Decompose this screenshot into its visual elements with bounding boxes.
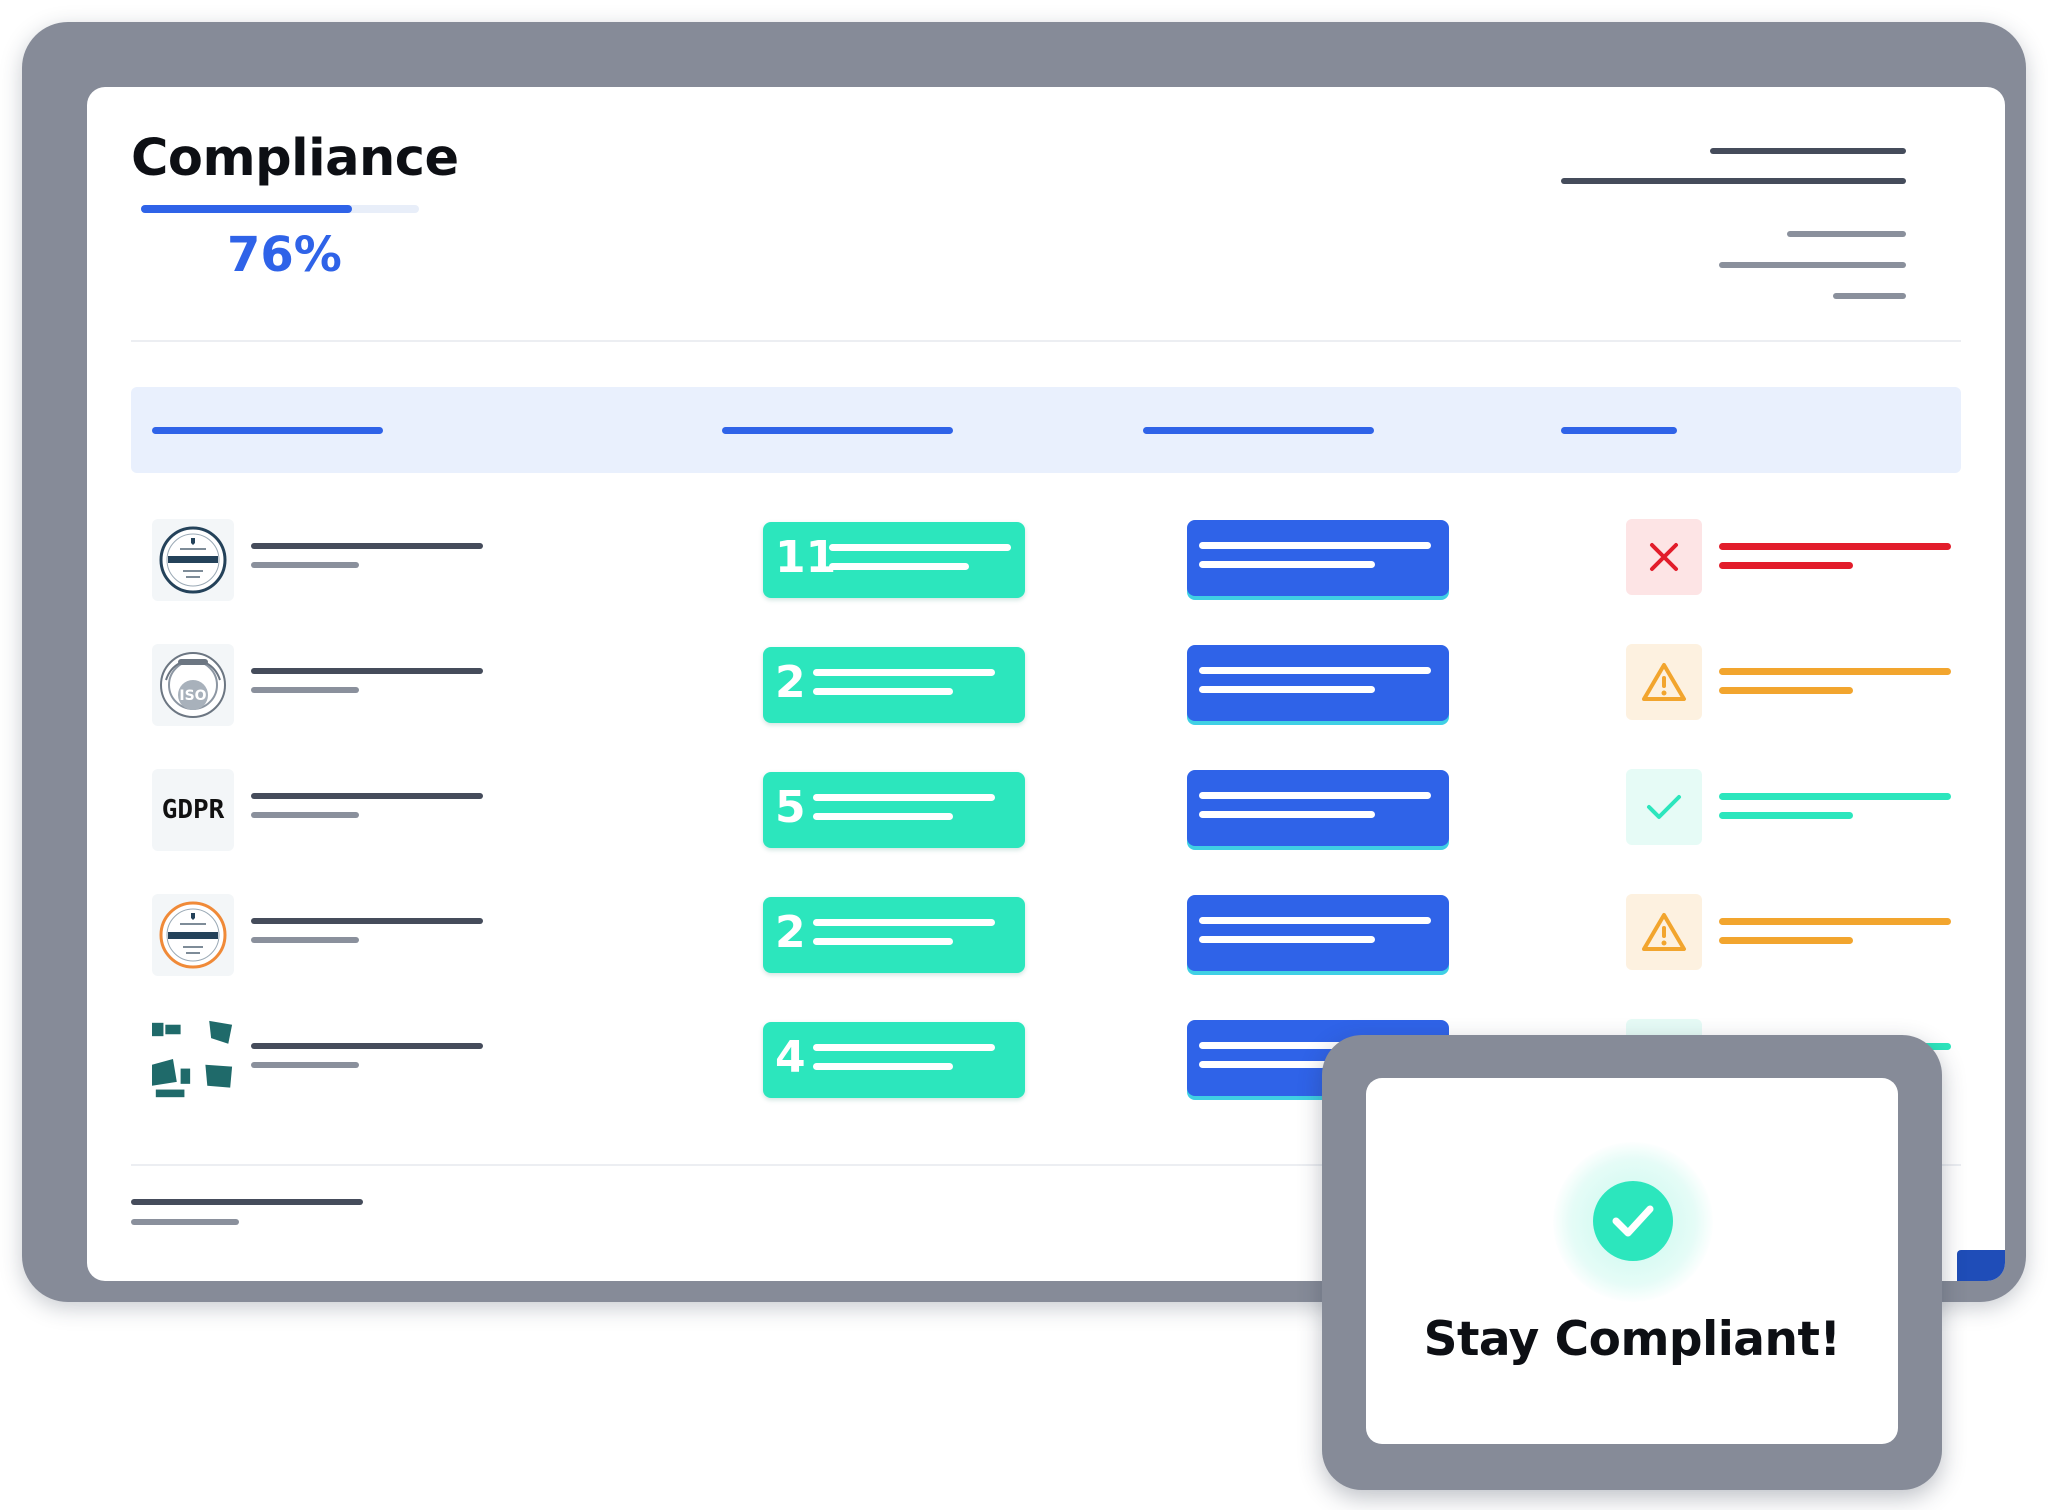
progress-fill: [141, 205, 353, 213]
pill-text-line: [829, 544, 1011, 551]
table-row[interactable]: 11: [131, 519, 1961, 619]
button-text-line: [1199, 811, 1375, 818]
table-row[interactable]: 2: [131, 894, 1961, 994]
column-header-issues[interactable]: [722, 427, 953, 434]
nist-badge-icon: [152, 894, 234, 976]
button-text-line: [1199, 686, 1375, 693]
footer-text-line: [131, 1219, 239, 1225]
table-header: [131, 387, 1961, 473]
header-meta-line: [1833, 293, 1906, 299]
framework-subtitle: [251, 812, 359, 818]
pill-text-line: [813, 794, 995, 801]
status-warning-badge: [1626, 644, 1702, 720]
column-header-status[interactable]: [1561, 427, 1677, 434]
action-button[interactable]: [1187, 770, 1449, 846]
gdpr-logo: GDPR: [152, 769, 234, 851]
framework-subtitle: [251, 687, 359, 693]
header-meta-line: [1710, 148, 1906, 154]
gdpr-logo-text: GDPR: [161, 795, 225, 825]
pill-text-line: [813, 1063, 953, 1070]
status-text-line: [1719, 687, 1853, 694]
framework-name: [251, 793, 483, 799]
action-button[interactable]: [1187, 645, 1449, 721]
table-row[interactable]: GDPR 5: [131, 769, 1961, 869]
action-button[interactable]: [1187, 895, 1449, 971]
pill-text-line: [813, 669, 995, 676]
close-icon: [1650, 543, 1678, 571]
pill-text-line: [813, 813, 953, 820]
issue-count-pill[interactable]: 2: [763, 647, 1025, 723]
issue-count-pill[interactable]: 2: [763, 897, 1025, 973]
pill-text-line: [813, 938, 953, 945]
issue-count: 5: [775, 782, 806, 833]
framework-subtitle: [251, 1062, 359, 1068]
footer-text-line: [131, 1199, 363, 1205]
check-icon: [1647, 795, 1681, 819]
framework-subtitle: [251, 937, 359, 943]
status-text-line: [1719, 812, 1853, 819]
framework-name: [251, 918, 483, 924]
pill-text-line: [829, 563, 969, 570]
status-text-line: [1719, 918, 1951, 925]
header-meta-line: [1719, 262, 1906, 268]
button-text-line: [1199, 917, 1431, 924]
stay-compliant-popup: Stay Compliant!: [1322, 1035, 1942, 1490]
check-circle-icon: [1593, 1181, 1673, 1261]
header-divider: [131, 340, 1961, 342]
framework-name: [251, 668, 483, 674]
page-title: Compliance: [131, 129, 459, 188]
status-error-badge: [1626, 519, 1702, 595]
issue-count: 11: [775, 532, 837, 583]
warning-icon: [1642, 913, 1686, 951]
status-text-line: [1719, 668, 1951, 675]
table-row[interactable]: ISO 2: [131, 644, 1961, 744]
button-text-line: [1199, 792, 1431, 799]
status-text-line: [1719, 543, 1951, 550]
status-warning-badge: [1626, 894, 1702, 970]
header-meta-line: [1787, 231, 1906, 237]
status-text-line: [1719, 937, 1853, 944]
framework-subtitle: [251, 562, 359, 568]
pill-text-line: [813, 688, 953, 695]
footer-button[interactable]: [1957, 1250, 2005, 1281]
button-text-line: [1199, 667, 1431, 674]
framework-name: [251, 543, 483, 549]
header-meta-line: [1561, 178, 1906, 184]
column-header-actions[interactable]: [1143, 427, 1374, 434]
action-button[interactable]: [1187, 520, 1449, 596]
status-text-line: [1719, 793, 1951, 800]
button-text-line: [1199, 561, 1375, 568]
compliance-progress-bar: [141, 205, 419, 213]
button-text-line: [1199, 542, 1431, 549]
issue-count-pill[interactable]: 11: [763, 522, 1025, 598]
cisa-logo-icon: [152, 1019, 234, 1101]
status-text-line: [1719, 562, 1853, 569]
framework-name: [251, 1043, 483, 1049]
pill-text-line: [813, 919, 995, 926]
pill-text-line: [813, 1044, 995, 1051]
compliance-percent: 76%: [227, 227, 342, 283]
issue-count: 4: [775, 1032, 806, 1083]
popup-message: Stay Compliant!: [1423, 1312, 1841, 1367]
svg-text:ISO: ISO: [179, 688, 206, 704]
button-text-line: [1199, 936, 1375, 943]
iso-27001-badge-icon: ISO: [152, 644, 234, 726]
status-ok-badge: [1626, 769, 1702, 845]
popup-card: Stay Compliant!: [1366, 1078, 1898, 1444]
column-header-framework[interactable]: [152, 427, 383, 434]
issue-count: 2: [775, 907, 806, 958]
cis-controls-badge-icon: [152, 519, 234, 601]
issue-count-pill[interactable]: 5: [763, 772, 1025, 848]
issue-count: 2: [775, 657, 806, 708]
issue-count-pill[interactable]: 4: [763, 1022, 1025, 1098]
warning-icon: [1642, 663, 1686, 701]
